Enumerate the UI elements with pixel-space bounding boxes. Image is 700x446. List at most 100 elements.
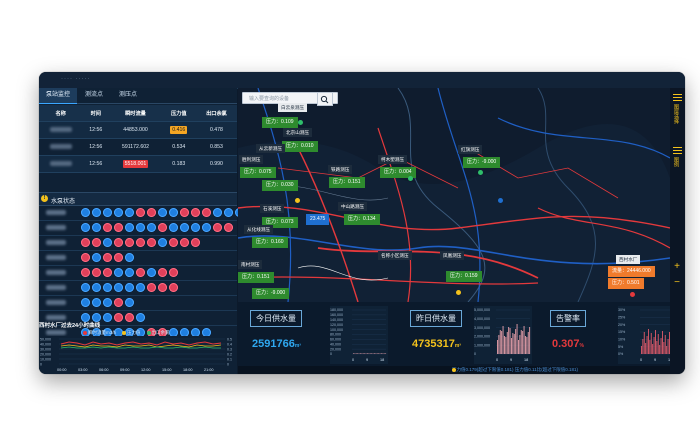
pump-stopped-icon[interactable]	[158, 223, 167, 232]
pump-stopped-icon[interactable]	[114, 223, 123, 232]
pump-running-icon[interactable]	[147, 268, 156, 277]
pump-stopped-icon[interactable]	[92, 268, 101, 277]
pump-running-icon[interactable]	[125, 283, 134, 292]
map-pressure-label[interactable]: 压力：0.151	[238, 272, 274, 283]
pump-stopped-icon[interactable]	[202, 208, 211, 217]
pump-running-icon[interactable]	[147, 223, 156, 232]
pump-row[interactable]	[39, 205, 310, 221]
table-row[interactable]: 12:56 44853.000 0.416 0.478	[39, 121, 237, 139]
pump-running-icon[interactable]	[202, 223, 211, 232]
pump-stopped-icon[interactable]	[158, 268, 167, 277]
pump-stopped-icon[interactable]	[81, 253, 90, 262]
pump-running-icon[interactable]	[92, 283, 101, 292]
pump-running-icon[interactable]	[114, 283, 123, 292]
map-marker[interactable]	[498, 198, 503, 203]
map-pressure-label[interactable]: 压力：0.030	[262, 180, 298, 191]
pump-running-icon[interactable]	[191, 223, 200, 232]
zoom-out-icon[interactable]: −	[672, 278, 682, 288]
pump-stopped-icon[interactable]	[169, 268, 178, 277]
tab-flow-points[interactable]: 测流点	[77, 88, 111, 103]
map-title[interactable]: 从化线测压	[244, 225, 273, 234]
pump-running-icon[interactable]	[136, 313, 145, 322]
pump-stopped-icon[interactable]	[136, 268, 145, 277]
map-marker[interactable]	[478, 170, 483, 175]
map-pressure-label[interactable]: 压力：0.160	[252, 237, 288, 248]
map-pressure-label[interactable]: 压力：0.159	[446, 271, 482, 282]
map-flow-label[interactable]: 流量：24446.000	[608, 266, 655, 277]
map-title[interactable]: 中山路测压	[338, 202, 367, 211]
pump-running-icon[interactable]	[92, 253, 101, 262]
map-marker[interactable]	[456, 290, 461, 295]
pump-stopped-icon[interactable]	[191, 238, 200, 247]
pump-stopped-icon[interactable]	[114, 238, 123, 247]
search-button[interactable]	[317, 92, 333, 106]
pump-stopped-icon[interactable]	[191, 208, 200, 217]
pump-stopped-icon[interactable]	[103, 253, 112, 262]
pump-stopped-icon[interactable]	[114, 253, 123, 262]
pump-running-icon[interactable]	[81, 283, 90, 292]
map-pressure-label[interactable]: 压力：0.010	[282, 141, 318, 152]
pump-running-icon[interactable]	[114, 268, 123, 277]
pump-stopped-icon[interactable]	[103, 223, 112, 232]
pump-running-icon[interactable]	[92, 298, 101, 307]
map-pressure-label[interactable]: 压力：0.075	[240, 167, 276, 178]
map-value-label[interactable]: 23.475	[306, 214, 330, 225]
pump-stopped-icon[interactable]	[158, 283, 167, 292]
map-title[interactable]: 白云泉测压	[278, 103, 307, 112]
map-title[interactable]: 柯木塱测压	[378, 155, 407, 164]
table-row[interactable]	[39, 172, 237, 189]
map-title[interactable]: 南村测压	[238, 260, 263, 269]
map-pressure-label[interactable]: 压力：-9.000	[252, 288, 290, 299]
map-title[interactable]: 名称小区测压	[378, 251, 412, 260]
tab-pressure-points[interactable]: 测压点	[111, 88, 145, 103]
pump-running-icon[interactable]	[136, 223, 145, 232]
pump-stopped-icon[interactable]	[169, 238, 178, 247]
map-marker[interactable]	[298, 120, 303, 125]
map-title[interactable]: 从云新测压	[256, 144, 285, 153]
pump-running-icon[interactable]	[158, 238, 167, 247]
map-pressure-label[interactable]: 压力：0.501	[608, 278, 644, 289]
pump-stopped-icon[interactable]	[147, 238, 156, 247]
pump-running-icon[interactable]	[81, 208, 90, 217]
pump-running-icon[interactable]	[125, 208, 134, 217]
pump-running-icon[interactable]	[103, 208, 112, 217]
tab-pump-monitor[interactable]: 泵站监控	[39, 88, 77, 104]
map-pressure-label[interactable]: 压力：0.134	[344, 214, 380, 225]
pump-running-icon[interactable]	[158, 208, 167, 217]
map-marker[interactable]	[630, 292, 635, 297]
pump-stopped-icon[interactable]	[180, 208, 189, 217]
map-pressure-label[interactable]: 压力：-9.000	[463, 157, 501, 168]
pump-running-icon[interactable]	[103, 238, 112, 247]
pump-running-icon[interactable]	[180, 223, 189, 232]
pump-stopped-icon[interactable]	[136, 208, 145, 217]
map-marker[interactable]	[295, 198, 300, 203]
pump-row[interactable]	[39, 280, 237, 296]
pump-running-icon[interactable]	[224, 208, 233, 217]
map-pressure-label[interactable]: 压力：0.109	[262, 117, 298, 128]
pump-running-icon[interactable]	[103, 313, 112, 322]
table-row[interactable]: 12:56 5518.001 0.183 0.990	[39, 155, 237, 173]
pump-stopped-icon[interactable]	[125, 313, 134, 322]
pump-running-icon[interactable]	[125, 253, 134, 262]
pump-running-icon[interactable]	[114, 208, 123, 217]
pump-row[interactable]	[39, 265, 237, 281]
pump-running-icon[interactable]	[103, 298, 112, 307]
pump-running-icon[interactable]	[169, 223, 178, 232]
pump-stopped-icon[interactable]	[147, 208, 156, 217]
pump-stopped-icon[interactable]	[114, 298, 123, 307]
pump-stopped-icon[interactable]	[81, 268, 90, 277]
map-title[interactable]: 红旗测压	[458, 145, 483, 154]
pump-row[interactable]	[39, 250, 237, 266]
pump-stopped-icon[interactable]	[81, 238, 90, 247]
pump-running-icon[interactable]	[125, 298, 134, 307]
pump-stopped-icon[interactable]	[147, 283, 156, 292]
pump-stopped-icon[interactable]	[103, 268, 112, 277]
pump-running-icon[interactable]	[81, 298, 90, 307]
pump-stopped-icon[interactable]	[213, 223, 222, 232]
layer-select-button[interactable]: 图层选择	[673, 104, 680, 124]
map-title[interactable]: 铁路测压	[328, 165, 353, 174]
pump-running-icon[interactable]	[103, 283, 112, 292]
pump-stopped-icon[interactable]	[169, 283, 178, 292]
pump-row[interactable]	[39, 235, 237, 251]
pump-row[interactable]	[39, 220, 237, 236]
